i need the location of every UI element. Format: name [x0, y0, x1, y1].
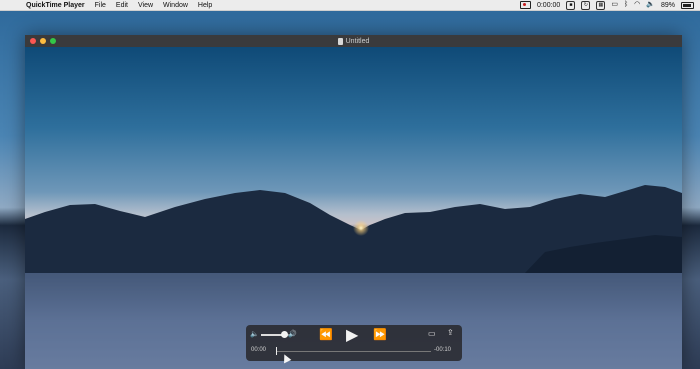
bluetooth-icon[interactable]: ᛒ	[624, 0, 628, 10]
airplay-status-icon[interactable]: ▭	[611, 0, 618, 10]
quicktime-window: Untitled	[25, 35, 682, 369]
record-stop-icon[interactable]: ■	[566, 0, 576, 10]
volume-slider-fill	[261, 334, 283, 336]
fast-forward-button[interactable]: ⏩	[373, 328, 387, 341]
scrubber-track[interactable]	[276, 351, 431, 352]
menu-app-name[interactable]: QuickTime Player	[26, 2, 85, 9]
window-title: Untitled	[337, 37, 370, 45]
window-controls	[30, 38, 56, 44]
screen-recording-icon[interactable]	[519, 1, 531, 9]
sync-icon[interactable]: ↻	[581, 0, 591, 10]
grid-icon[interactable]: ▦	[596, 0, 606, 10]
document-icon	[337, 37, 343, 45]
volume-slider-knob[interactable]	[281, 331, 288, 338]
playback-controls[interactable]: 🔈 🔊 ⏪ ▶ ⏩ ▭ ⇪ 00:00 -00:10	[246, 325, 462, 361]
recording-time: 0:00:00	[536, 1, 561, 9]
battery-icon[interactable]	[681, 1, 694, 9]
wifi-icon[interactable]: ◠	[634, 0, 640, 10]
minimize-button[interactable]	[40, 38, 46, 44]
window-title-text: Untitled	[345, 37, 370, 45]
volume-low-icon: 🔈	[250, 331, 259, 338]
menu-edit[interactable]: Edit	[116, 2, 128, 9]
playhead[interactable]	[276, 347, 277, 355]
play-button[interactable]: ▶	[346, 325, 358, 345]
menu-bar: QuickTime Player File Edit View Window H…	[0, 0, 700, 11]
rewind-button[interactable]: ⏪	[319, 328, 333, 341]
menu-view[interactable]: View	[138, 2, 153, 9]
battery-percent: 89%	[660, 1, 675, 9]
elapsed-time: 00:00	[251, 347, 267, 353]
menu-help[interactable]: Help	[198, 2, 212, 9]
airplay-button[interactable]: ▭	[428, 329, 436, 338]
video-frame[interactable]	[25, 47, 682, 369]
menu-window[interactable]: Window	[163, 2, 188, 9]
menu-file[interactable]: File	[95, 2, 106, 9]
volume-high-icon: 🔊	[288, 331, 297, 338]
zoom-button[interactable]	[50, 38, 56, 44]
share-button[interactable]: ⇪	[447, 328, 454, 337]
volume-status-icon[interactable]: 🔈	[646, 0, 655, 10]
status-area: 0:00:00 ■ ↻ ▦ ▭ ᛒ ◠ 🔈 89%	[519, 0, 694, 10]
remaining-time: -00:10	[434, 347, 452, 353]
mountain-silhouette	[25, 185, 682, 369]
close-button[interactable]	[30, 38, 36, 44]
